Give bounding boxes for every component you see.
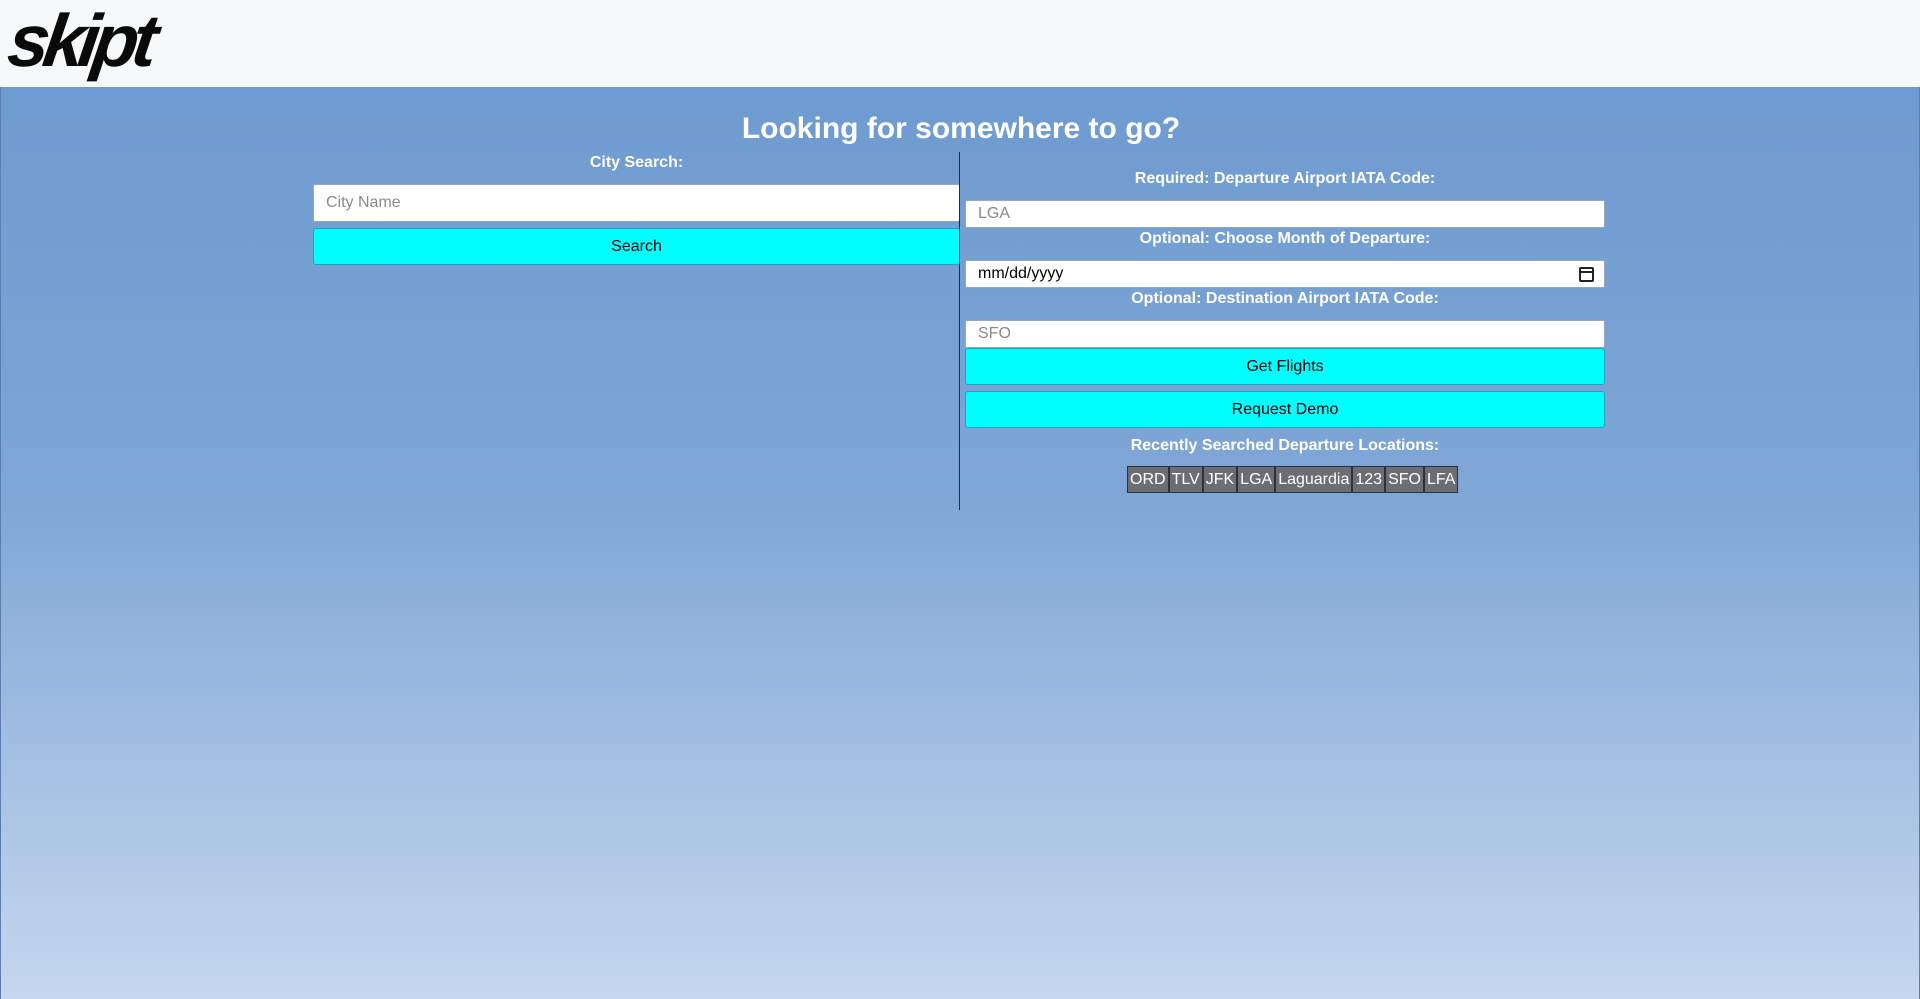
recent-searches-label: Recently Searched Departure Locations:: [1130, 437, 1440, 454]
destination-airport-input[interactable]: SFO: [965, 320, 1605, 348]
top-bar: skipt: [0, 0, 1920, 87]
city-name-input[interactable]: City Name: [313, 184, 960, 222]
date-placeholder: mm/dd/yyyy: [978, 265, 1064, 282]
city-search-label: City Search:: [589, 154, 684, 171]
recent-search-chip[interactable]: Laguardia: [1275, 466, 1353, 493]
recent-search-chip[interactable]: JFK: [1202, 466, 1238, 493]
recent-search-chip[interactable]: LGA: [1237, 466, 1276, 493]
departure-airport-input[interactable]: LGA: [965, 200, 1605, 228]
search-button[interactable]: Search: [313, 228, 960, 265]
request-demo-button[interactable]: Request Demo: [965, 391, 1605, 428]
destination-airport-label: Optional: Destination Airport IATA Code:: [1131, 290, 1439, 307]
calendar-icon[interactable]: [1579, 266, 1594, 282]
main-content: Looking for somewhere to go? City Search…: [0, 87, 1920, 999]
departure-airport-label: Required: Departure Airport IATA Code:: [1134, 170, 1436, 187]
recent-search-chip[interactable]: ORD: [1127, 466, 1169, 493]
recent-search-chip[interactable]: TLV: [1168, 466, 1203, 493]
skipt-logo[interactable]: skipt: [3, 0, 157, 82]
recent-searches-list: ORD TLV JFK LGA Laguardia 123 SFO LFA: [1127, 466, 1459, 493]
departure-month-label: Optional: Choose Month of Departure:: [1139, 230, 1431, 247]
get-flights-button[interactable]: Get Flights: [965, 348, 1605, 385]
recent-search-chip[interactable]: LFA: [1423, 466, 1459, 493]
recent-search-chip[interactable]: 123: [1352, 466, 1386, 493]
recent-search-chip[interactable]: SFO: [1385, 466, 1424, 493]
page-title: Looking for somewhere to go?: [741, 112, 1181, 145]
departure-date-input[interactable]: mm/dd/yyyy: [965, 260, 1605, 288]
column-divider: [959, 152, 960, 510]
